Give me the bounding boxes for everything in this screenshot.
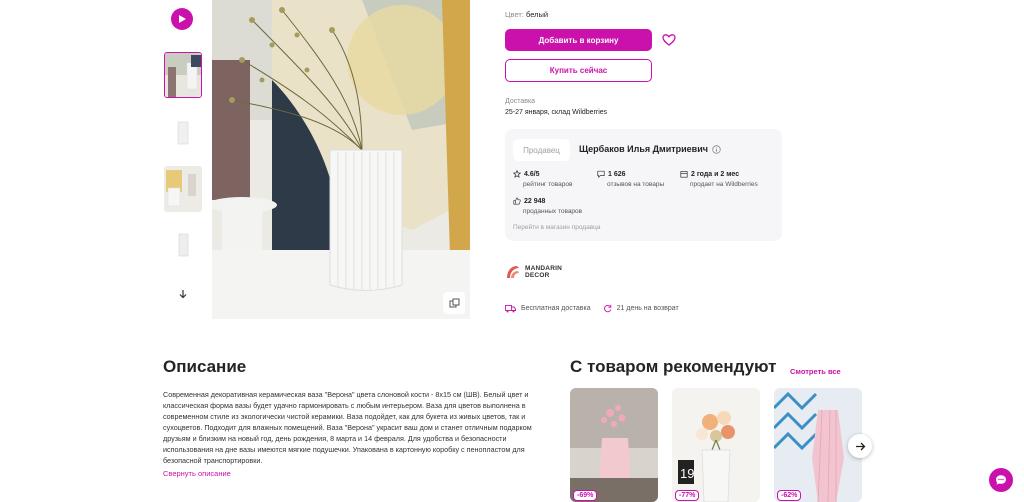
thumbnail-3[interactable] bbox=[164, 166, 202, 212]
play-icon bbox=[179, 15, 186, 23]
brand-name-line2: DECOR bbox=[525, 272, 550, 279]
discount-badge: -77% bbox=[675, 490, 700, 501]
see-all-link[interactable]: Смотреть все bbox=[790, 367, 841, 376]
scroll-down-button[interactable] bbox=[175, 286, 191, 302]
arrow-right-icon bbox=[855, 442, 865, 450]
stat-years-label: продает на Wildberries bbox=[690, 181, 758, 188]
chat-icon bbox=[996, 475, 1006, 485]
delivery-value: 25-27 января, склад Wildberries bbox=[505, 109, 608, 116]
stat-rating-label: рейтинг товаров bbox=[523, 181, 573, 188]
color-label: Цвет: bbox=[505, 10, 524, 19]
mandarin-logo-icon bbox=[507, 266, 519, 278]
thumbnail-4[interactable] bbox=[164, 222, 202, 268]
perk-free-delivery-label: Бесплатная доставка bbox=[521, 305, 591, 312]
recommendation-image-2: 19 bbox=[672, 388, 760, 502]
heart-icon bbox=[662, 34, 676, 46]
recommendations-next-button[interactable] bbox=[848, 434, 872, 458]
seller-name[interactable]: Щербаков Илья Дмитриевич bbox=[579, 144, 708, 154]
brand-name: MANDARIN DECOR bbox=[525, 265, 562, 279]
discount-badge: -69% bbox=[573, 490, 598, 501]
description-text: Современная декоративная керамическая ва… bbox=[163, 390, 532, 465]
stat-reviews: 1 626 отзывов на товары bbox=[597, 170, 664, 188]
collapse-description-link[interactable]: Свернуть описание bbox=[163, 469, 231, 478]
stat-rating: 4.6/5 рейтинг товаров bbox=[513, 170, 572, 188]
thumbnail-2[interactable] bbox=[164, 110, 202, 156]
recommendation-card-1[interactable]: -69% bbox=[570, 388, 658, 502]
perk-returns: 21 день на возврат bbox=[603, 304, 679, 313]
vase-photo bbox=[212, 0, 470, 319]
thumbnail-1[interactable] bbox=[164, 52, 202, 98]
perk-returns-label: 21 день на возврат bbox=[616, 305, 679, 312]
discount-badge: -62% bbox=[777, 490, 802, 501]
stat-sold-label: проданных товаров bbox=[523, 208, 583, 215]
buy-now-button[interactable]: Купить сейчас bbox=[505, 59, 652, 82]
info-icon[interactable] bbox=[712, 144, 721, 154]
seller-card: Продавец Щербаков Илья Дмитриевич 4.6/5 … bbox=[505, 129, 782, 241]
seller-store-link[interactable]: Перейти в магазин продавца bbox=[513, 224, 601, 231]
add-to-cart-button[interactable]: Добавить в корзину bbox=[505, 29, 652, 51]
delivery-label: Доставка bbox=[505, 98, 536, 105]
return-icon bbox=[603, 304, 611, 313]
video-play-button[interactable] bbox=[171, 8, 193, 30]
stat-reviews-label: отзывов на товары bbox=[607, 181, 665, 188]
favorite-button[interactable] bbox=[662, 33, 676, 47]
color-line: Цвет: белый bbox=[505, 10, 548, 19]
thumb-up-icon bbox=[513, 197, 521, 205]
thumbnail-column bbox=[162, 0, 204, 318]
recommendations-title: С товаром рекомендуют bbox=[570, 357, 777, 376]
stat-sold-value: 22 948 bbox=[524, 197, 546, 205]
color-value: белый bbox=[525, 10, 549, 19]
seller-name-row[interactable]: Щербаков Илья Дмитриевич bbox=[579, 144, 721, 154]
main-product-photo[interactable] bbox=[212, 0, 470, 319]
svg-text:19: 19 bbox=[680, 466, 694, 481]
stat-rating-value: 4.6/5 bbox=[524, 170, 540, 178]
perks-row: Бесплатная доставка 21 день на возврат bbox=[505, 304, 679, 313]
truck-icon bbox=[505, 305, 516, 313]
seller-tag: Продавец bbox=[513, 139, 570, 161]
stat-years-value: 2 года и 2 мес bbox=[691, 170, 740, 178]
perk-free-delivery: Бесплатная доставка bbox=[505, 304, 591, 313]
copy-icon bbox=[449, 298, 459, 307]
brand-logo[interactable]: MANDARIN DECOR bbox=[505, 264, 562, 280]
description-title: Описание bbox=[163, 357, 247, 376]
arrow-down-icon bbox=[179, 290, 187, 299]
stat-years: 2 года и 2 мес продает на Wildberries bbox=[680, 170, 758, 188]
star-icon bbox=[513, 170, 521, 178]
brand-name-line1: MANDARIN bbox=[525, 265, 562, 272]
chat-button[interactable] bbox=[989, 468, 1013, 492]
recommendation-card-2[interactable]: 19 -77% bbox=[672, 388, 760, 502]
stat-sold: 22 948 проданных товаров bbox=[513, 197, 582, 215]
recommendation-image-1 bbox=[570, 388, 658, 502]
calendar-icon bbox=[680, 171, 688, 178]
zoom-button[interactable] bbox=[443, 292, 465, 314]
comment-icon bbox=[597, 170, 605, 178]
stat-reviews-value: 1 626 bbox=[608, 170, 626, 178]
